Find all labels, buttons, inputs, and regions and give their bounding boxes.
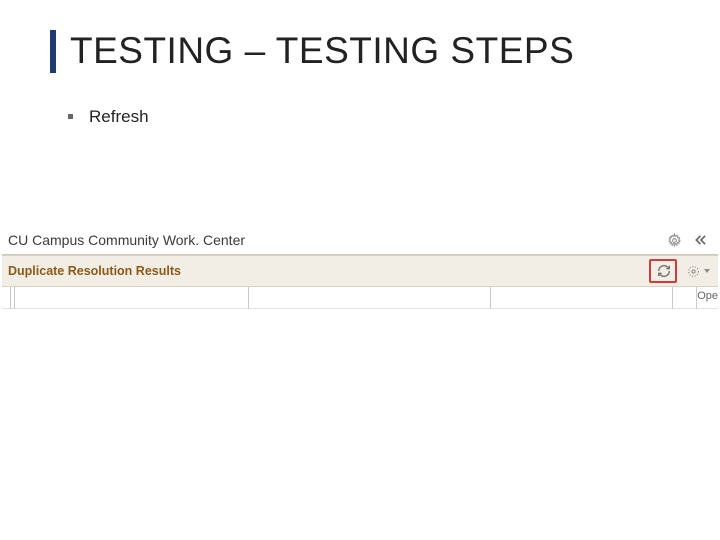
settings-gear-icon[interactable]: [667, 233, 682, 248]
workcenter-screenshot: CU Campus Community Work. Center Duplica…: [2, 228, 718, 309]
refresh-icon[interactable]: [654, 262, 674, 280]
section-header: Duplicate Resolution Results: [2, 255, 718, 287]
workcenter-title: CU Campus Community Work. Center: [8, 232, 245, 248]
bullet-item: Refresh: [68, 107, 720, 127]
dropdown-caret-icon: [704, 269, 710, 273]
title-block: TESTING – TESTING STEPS: [0, 30, 720, 73]
column-divider-row: Ope: [2, 287, 718, 309]
truncated-column-label: Ope: [697, 290, 718, 302]
bullet-dot-icon: [68, 114, 73, 119]
section-settings-button[interactable]: [681, 262, 710, 280]
section-title: Duplicate Resolution Results: [8, 264, 181, 278]
column-divider: [14, 287, 15, 309]
bullet-list: Refresh: [0, 107, 720, 127]
refresh-highlight-box: [649, 259, 677, 283]
workcenter-header: CU Campus Community Work. Center: [2, 228, 718, 255]
collapse-chevron-icon[interactable]: [694, 233, 708, 247]
slide: TESTING – TESTING STEPS Refresh CU Campu…: [0, 0, 720, 540]
column-divider: [490, 287, 491, 309]
title-accent-bar: [50, 30, 56, 73]
gear-icon: [683, 262, 703, 280]
column-divider: [10, 287, 11, 309]
column-divider: [248, 287, 249, 309]
column-divider: [672, 287, 673, 309]
bullet-text: Refresh: [89, 107, 149, 127]
slide-title: TESTING – TESTING STEPS: [70, 30, 574, 73]
